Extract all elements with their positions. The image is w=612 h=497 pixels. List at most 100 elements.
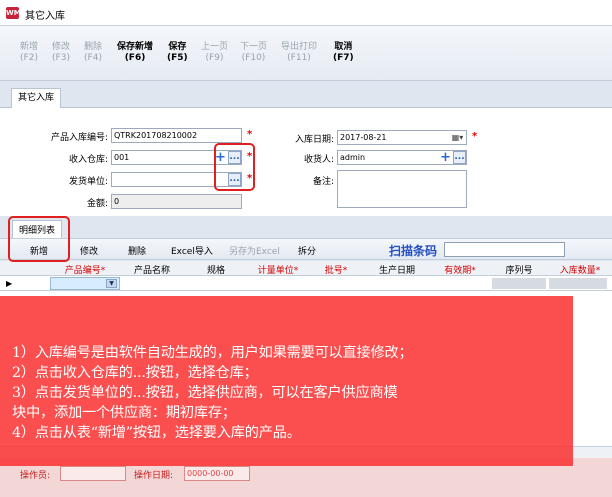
edit-button[interactable]: 修改 (F3)	[52, 42, 70, 64]
new-label: 新增	[20, 42, 39, 52]
column-header[interactable]: 入库数量*	[548, 263, 612, 276]
detail-add-highlight	[8, 216, 70, 262]
receiver-add-icon[interactable]: +	[439, 151, 452, 164]
excel-import-button[interactable]: Excel导入	[171, 244, 213, 257]
save-shortcut: (F5)	[167, 53, 188, 63]
split-button[interactable]: 拆分	[298, 244, 316, 257]
grid-header: 产品编号* 产品名称 规格 计量单位* 批号* 生产日期 有效期* 序列号 入库数量*	[0, 261, 612, 276]
next-page-label: 下一页	[240, 42, 268, 52]
table-row[interactable]: ▶ ▼	[0, 276, 612, 291]
operator-field	[60, 466, 126, 481]
new-button[interactable]: 新增 (F2)	[20, 42, 38, 64]
export-print-button[interactable]: 导出打印 (F11)	[281, 42, 317, 64]
instruction-line-4: 块中，添加一个供应商：期初库存；	[12, 405, 236, 421]
tab-strip: 其它入库	[0, 86, 612, 109]
next-page-shortcut: (F10)	[241, 53, 266, 63]
cancel-label: 取消	[334, 42, 353, 52]
operation-date-field: 0000-00-00	[184, 466, 250, 481]
prev-page-shortcut: (F9)	[205, 53, 224, 63]
cancel-button[interactable]: 取消 (F7)	[333, 42, 354, 64]
detail-tab-strip: 明细列表	[0, 216, 612, 238]
column-header[interactable]: 生产日期	[364, 263, 430, 276]
quantity-cell	[549, 278, 607, 289]
detail-toolbar: 拆分 另存为Excel Excel导入 删除 修改 新增 扫描条码	[0, 238, 612, 260]
supplier-label: 发货单位:	[68, 177, 108, 187]
edit-shortcut: (F3)	[52, 53, 70, 63]
row-pointer-icon: ▶	[6, 279, 13, 288]
save-new-button[interactable]: 保存新增 (F6)	[117, 42, 153, 64]
detail-edit-button[interactable]: 修改	[80, 244, 98, 257]
remark-textarea[interactable]	[337, 170, 467, 208]
required-mark: *	[471, 266, 476, 276]
date-value: 2017-08-21	[340, 133, 387, 142]
receiver-browse-button[interactable]: ...	[453, 151, 466, 164]
cancel-shortcut: (F7)	[333, 53, 354, 63]
scan-barcode-label: 扫描条码	[389, 244, 438, 258]
column-header[interactable]: 规格	[184, 263, 248, 276]
prev-page-label: 上一页	[201, 42, 229, 52]
save-new-shortcut: (F6)	[124, 53, 146, 63]
delete-shortcut: (F4)	[84, 53, 102, 63]
required-mark: *	[293, 266, 299, 276]
required-mark: *	[472, 131, 478, 142]
required-mark: *	[247, 129, 253, 140]
header-form: 产品入库编号: QTRK201708210002 * 收入仓库: 001 + .…	[0, 108, 612, 216]
column-header[interactable]: 产品编号*	[50, 263, 120, 276]
product-code-cell[interactable]: ▼	[50, 277, 120, 290]
column-header-label: 有效期	[444, 266, 472, 276]
export-print-label: 导出打印	[281, 42, 318, 52]
title-bar: WMS 其它入库	[0, 0, 612, 26]
chevron-down-icon[interactable]: ▼	[106, 279, 117, 288]
required-mark: *	[595, 266, 601, 276]
date-label: 入库日期:	[294, 135, 334, 145]
receipt-no-label: 产品入库编号:	[50, 133, 108, 143]
delete-button[interactable]: 删除 (F4)	[84, 42, 102, 64]
calendar-dropdown-icon[interactable]: ▦▾	[451, 132, 464, 143]
warehouse-value: 001	[114, 153, 130, 162]
instruction-line-3: 3）点击发货单位的...按钮，选择供应商，可以在客户供应商模	[12, 385, 398, 401]
column-header-label: 入库数量	[559, 266, 596, 276]
scan-barcode-input[interactable]	[444, 242, 565, 257]
prev-page-button[interactable]: 上一页 (F9)	[201, 42, 228, 64]
column-header[interactable]: 序列号	[490, 263, 548, 276]
column-header[interactable]: 产品名称	[120, 263, 184, 276]
operator-label: 操作员:	[20, 471, 51, 481]
save-label: 保存	[168, 42, 187, 52]
browse-buttons-highlight	[214, 143, 255, 191]
next-page-button[interactable]: 下一页 (F10)	[240, 42, 267, 64]
amount-label: 金额:	[86, 199, 108, 209]
main-toolbar: 新增 (F2) 修改 (F3) 删除 (F4) 保存新增 (F6) 保存 (F5) 上一页 (F9) 下…	[0, 26, 612, 81]
save-new-label: 保存新增	[117, 42, 154, 52]
instruction-line-2: 2）点击收入仓库的...按钮，选择仓库；	[12, 365, 258, 381]
app-logo-icon: WMS	[6, 7, 26, 19]
serial-no-cell	[492, 278, 546, 289]
tab-other-inbound[interactable]: 其它入库	[11, 88, 62, 109]
window-title: 其它入库	[25, 11, 65, 22]
instruction-overlay: 1）入库编号是由软件自动生成的，用户如果需要可以直接修改； 2）点击收入仓库的.…	[0, 296, 573, 466]
save-as-excel-button[interactable]: 另存为Excel	[229, 244, 280, 257]
column-header-label: 生产日期	[378, 266, 415, 276]
receiver-label: 收货人:	[303, 155, 334, 165]
delete-label: 删除	[84, 42, 103, 52]
column-header[interactable]: 计量单位*	[248, 263, 308, 276]
save-button[interactable]: 保存 (F5)	[167, 42, 188, 64]
column-header[interactable]: 有效期*	[430, 263, 490, 276]
column-header-label: 产品编号	[64, 266, 101, 276]
column-header-label: 计量单位	[257, 266, 294, 276]
receipt-no-input[interactable]: QTRK201708210002	[111, 128, 242, 143]
receiver-value: admin	[340, 153, 366, 162]
amount-input: 0	[111, 194, 242, 209]
required-mark: *	[100, 266, 106, 276]
instruction-line-1: 1）入库编号是由软件自动生成的，用户如果需要可以直接修改；	[12, 345, 413, 361]
column-header-label: 序列号	[505, 266, 533, 276]
warehouse-label: 收入仓库:	[68, 155, 108, 165]
column-header-label: 产品名称	[133, 266, 170, 276]
operation-date-label: 操作日期:	[134, 471, 174, 481]
column-header-label: 规格	[206, 266, 225, 276]
column-header[interactable]: 批号*	[308, 263, 364, 276]
remark-label: 备注:	[312, 177, 334, 187]
instruction-line-5: 4）点击从表“新增”按钮，选择要入库的产品。	[12, 425, 301, 441]
date-picker[interactable]: 2017-08-21 ▦▾	[337, 130, 467, 145]
detail-delete-button[interactable]: 删除	[128, 244, 146, 257]
required-mark: *	[342, 266, 348, 276]
